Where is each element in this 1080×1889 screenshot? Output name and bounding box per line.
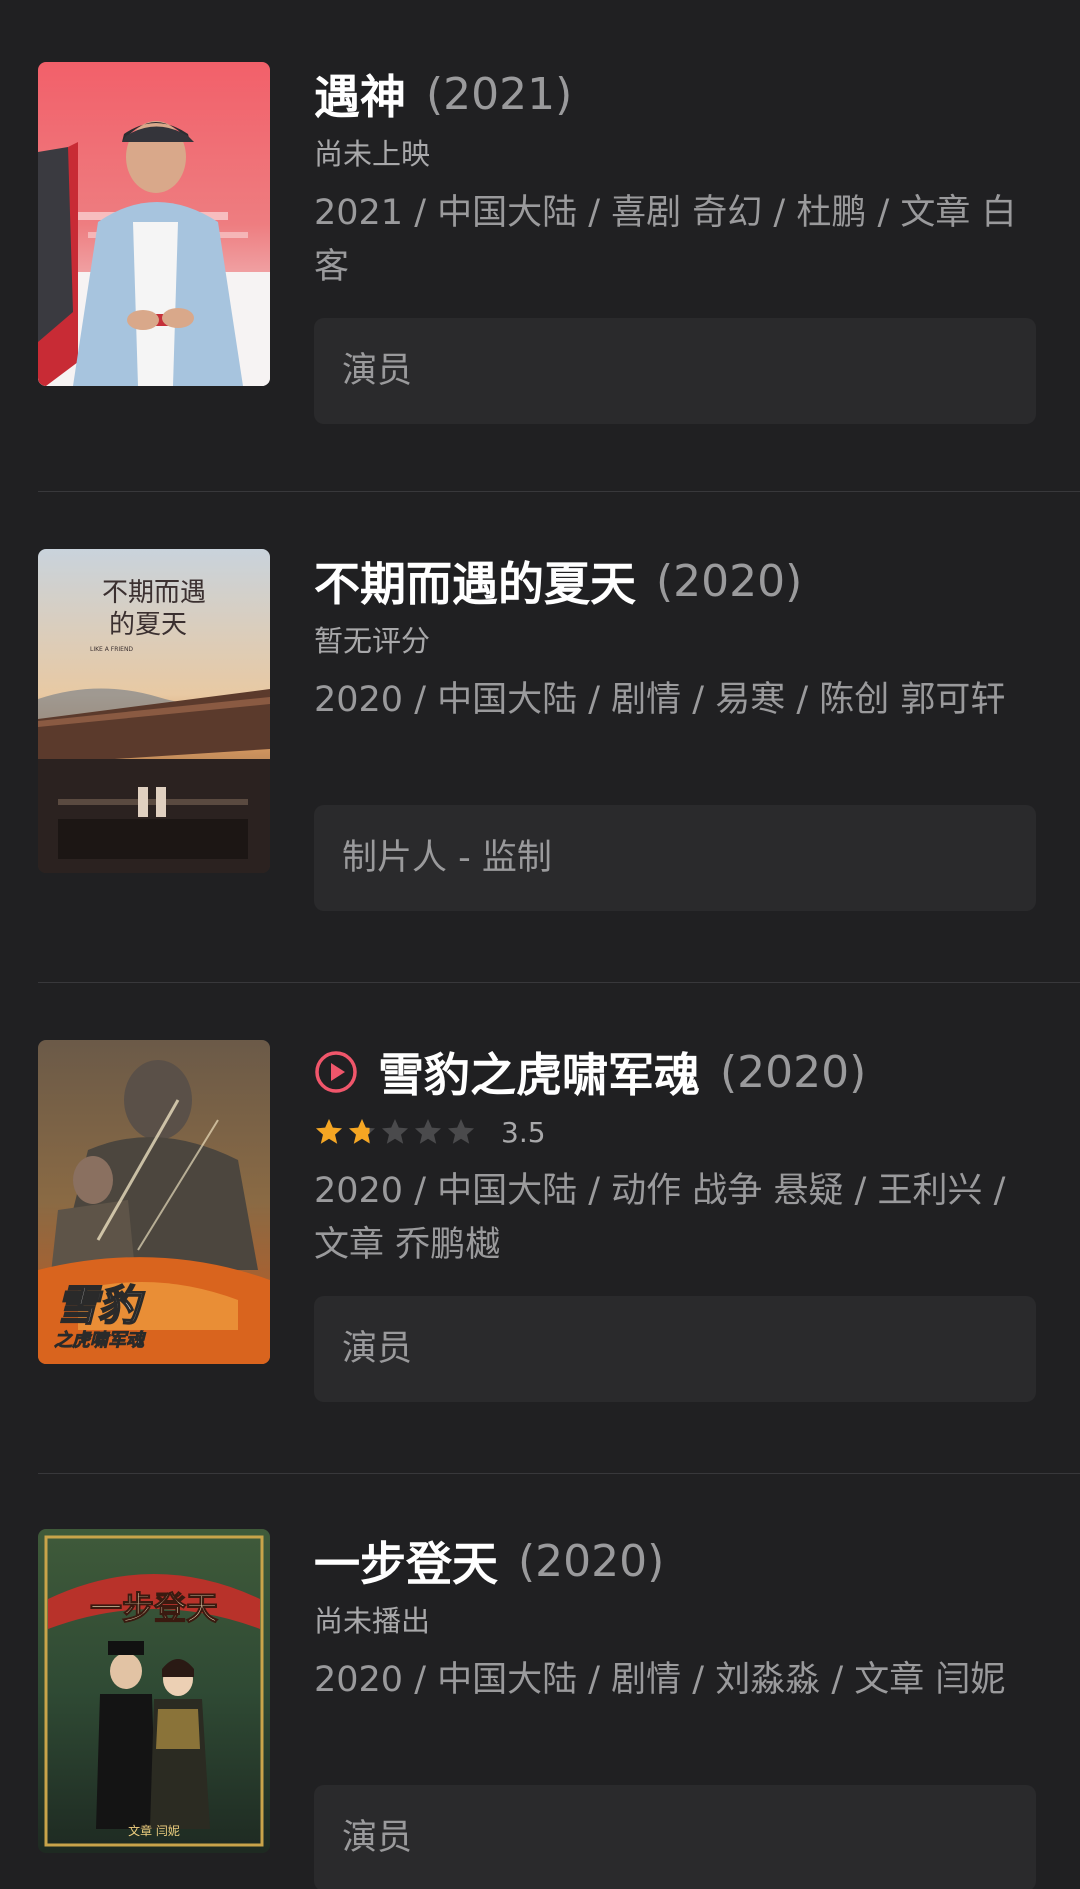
star-empty-icon bbox=[448, 1119, 474, 1144]
role-label: 演员 bbox=[342, 1818, 413, 1858]
poster-image[interactable]: 不期而遇 的夏天 LIKE A FRIEND bbox=[38, 549, 270, 873]
rating-status: 尚未播出 bbox=[314, 1604, 431, 1638]
movie-year: (2020) bbox=[656, 555, 803, 607]
list-item[interactable]: 一步登天 文章 闫妮 一步登天 (2020) 尚未播出 2020 / 中国大陆 … bbox=[0, 1473, 1080, 1889]
role-label: 演员 bbox=[342, 1329, 413, 1369]
movie-meta: 2021 / 中国大陆 / 喜剧 奇幻 / 杜鹏 / 文章 白客 bbox=[314, 193, 1017, 287]
star-rating bbox=[314, 1117, 479, 1147]
movie-meta: 2020 / 中国大陆 / 剧情 / 刘淼淼 / 文章 闫妮 bbox=[314, 1660, 1006, 1700]
rating-status: 尚未上映 bbox=[314, 137, 431, 171]
rating-status: 暂无评分 bbox=[314, 624, 431, 658]
poster-cast: 文章 闫妮 bbox=[128, 1823, 180, 1838]
rating-value: 3.5 bbox=[501, 1115, 546, 1149]
item-content: 一步登天 (2020) 尚未播出 2020 / 中国大陆 / 剧情 / 刘淼淼 … bbox=[314, 1529, 1036, 1889]
item-content: 不期而遇的夏天 (2020) 暂无评分 2020 / 中国大陆 / 剧情 / 易… bbox=[314, 549, 1036, 911]
poster-image[interactable]: 一步登天 文章 闫妮 bbox=[38, 1529, 270, 1853]
poster-title-line2: 之虎啸军魂 bbox=[54, 1330, 147, 1351]
poster-image[interactable]: 雪豹 之虎啸军魂 bbox=[38, 1040, 270, 1364]
poster-title-line1: 雪豹 bbox=[56, 1281, 145, 1330]
role-box: 演员 bbox=[314, 1785, 1036, 1889]
movie-title[interactable]: 不期而遇的夏天 bbox=[314, 548, 636, 614]
list-item[interactable]: 雪豹 之虎啸军魂 雪豹之虎啸军魂 (2020) 3.5 2020 / 中国大陆 … bbox=[0, 982, 1080, 1474]
movie-meta: 2020 / 中国大陆 / 剧情 / 易寒 / 陈创 郭可轩 bbox=[314, 680, 1006, 720]
rating-row: 3.5 bbox=[314, 1112, 1036, 1152]
poster-title: 一步登天 bbox=[90, 1589, 218, 1627]
movie-year: (2020) bbox=[720, 1046, 867, 1098]
item-content: 雪豹之虎啸军魂 (2020) 3.5 2020 / 中国大陆 / 动作 战争 悬… bbox=[314, 1040, 1036, 1402]
poster-image[interactable] bbox=[38, 62, 270, 386]
title-row: 遇神 (2021) bbox=[314, 62, 1036, 126]
star-filled-icon bbox=[349, 1119, 375, 1144]
title-row: 一步登天 (2020) bbox=[314, 1529, 1036, 1593]
role-box: 制片人 - 监制 bbox=[314, 805, 1036, 911]
title-row: 雪豹之虎啸军魂 (2020) bbox=[314, 1040, 1036, 1104]
poster-subtitle: LIKE A FRIEND bbox=[90, 646, 133, 653]
play-circle-icon[interactable] bbox=[314, 1050, 358, 1094]
role-label: 演员 bbox=[342, 351, 413, 391]
star-empty-icon bbox=[382, 1119, 408, 1144]
star-filled-icon bbox=[316, 1119, 342, 1144]
filmography-list: 遇神 (2021) 尚未上映 2021 / 中国大陆 / 喜剧 奇幻 / 杜鹏 … bbox=[0, 0, 1080, 1889]
movie-meta: 2020 / 中国大陆 / 动作 战争 悬疑 / 王利兴 / 文章 乔鹏樾 bbox=[314, 1171, 1006, 1265]
role-label: 制片人 - 监制 bbox=[342, 838, 552, 878]
star-empty-icon bbox=[415, 1119, 441, 1144]
role-box: 演员 bbox=[314, 318, 1036, 424]
movie-year: (2021) bbox=[426, 68, 573, 120]
item-content: 遇神 (2021) 尚未上映 2021 / 中国大陆 / 喜剧 奇幻 / 杜鹏 … bbox=[314, 62, 1036, 424]
role-box: 演员 bbox=[314, 1296, 1036, 1402]
list-item[interactable]: 遇神 (2021) 尚未上映 2021 / 中国大陆 / 喜剧 奇幻 / 杜鹏 … bbox=[0, 0, 1080, 492]
title-row: 不期而遇的夏天 (2020) bbox=[314, 549, 1036, 613]
poster-title-line2: 的夏天 bbox=[109, 610, 187, 640]
movie-title[interactable]: 遇神 bbox=[314, 61, 406, 127]
movie-title[interactable]: 一步登天 bbox=[314, 1528, 498, 1594]
movie-title[interactable]: 雪豹之虎啸军魂 bbox=[378, 1039, 700, 1105]
list-item[interactable]: 不期而遇 的夏天 LIKE A FRIEND 不期而遇的夏天 (2020) 暂无… bbox=[0, 491, 1080, 983]
poster-title-line1: 不期而遇 bbox=[102, 578, 206, 608]
movie-year: (2020) bbox=[518, 1535, 665, 1587]
